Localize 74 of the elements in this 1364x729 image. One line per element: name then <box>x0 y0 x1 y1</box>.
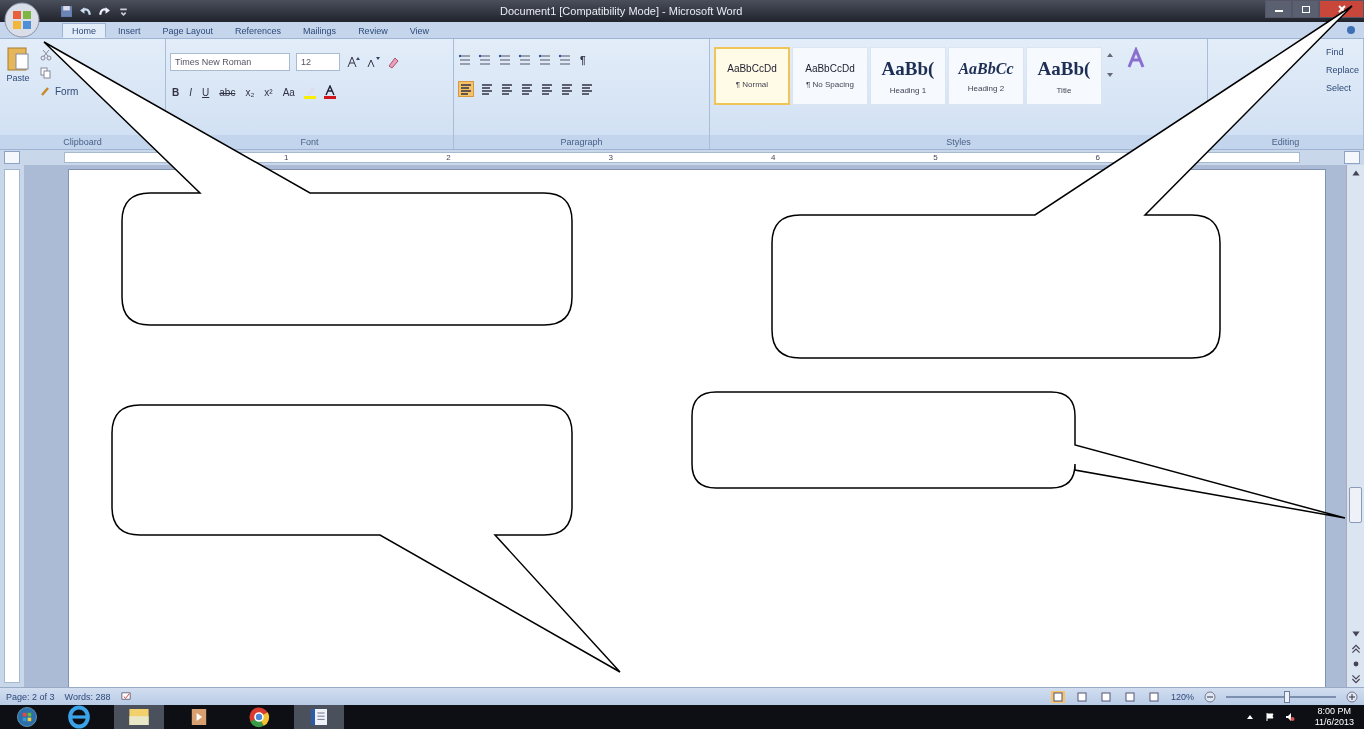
group-label: Paragraph <box>454 135 709 149</box>
style-tile[interactable]: AaBbCcDd ¶ No Spacing <box>791 47 868 105</box>
clock[interactable]: 8:00 PM 11/6/2013 <box>1304 706 1354 728</box>
clipboard-icon <box>6 45 30 73</box>
editing-button[interactable]: Select <box>1325 83 1351 93</box>
scrollbar[interactable] <box>1346 165 1364 687</box>
outline-icon[interactable] <box>1122 690 1137 703</box>
word-count[interactable]: Words: 288 <box>64 691 111 702</box>
align-left-icon[interactable] <box>458 81 475 97</box>
format-button[interactable]: I <box>187 86 195 98</box>
ruler-number: 3 <box>608 153 614 162</box>
previous-page-icon[interactable] <box>1349 643 1362 655</box>
page-count[interactable]: Page: 2 of 3 <box>6 691 55 702</box>
scroll-down-icon[interactable] <box>1105 71 1114 79</box>
clear-formatting-icon[interactable] <box>386 55 400 69</box>
save-icon[interactable] <box>60 4 73 18</box>
scroll-up-icon[interactable] <box>1105 51 1114 59</box>
ribbon-tab[interactable]: View <box>399 23 439 38</box>
flag-icon[interactable] <box>1264 712 1275 722</box>
format-painter-button[interactable]: Form <box>40 85 79 97</box>
maximize-button[interactable] <box>1292 0 1319 18</box>
editing-button[interactable]: Replace <box>1325 65 1359 75</box>
scroll-thumb[interactable] <box>1349 487 1362 523</box>
ribbon-tab[interactable]: Page Layout <box>152 23 224 38</box>
brush-icon <box>40 85 52 97</box>
ruler-number: 2 <box>446 153 451 162</box>
format-button[interactable]: x² <box>262 86 275 98</box>
web-layout-icon[interactable] <box>1098 690 1113 703</box>
show-marks-button[interactable]: ¶ <box>578 54 588 66</box>
proofing-icon[interactable] <box>120 690 134 703</box>
zoom-in-icon[interactable] <box>1346 690 1358 703</box>
speaker-icon[interactable] <box>1284 712 1295 722</box>
paste-button[interactable]: Paste <box>4 45 32 83</box>
print-layout-icon[interactable] <box>1050 690 1065 703</box>
ruler-number: 6 <box>1095 153 1101 162</box>
shrink-font-icon[interactable] <box>366 55 380 69</box>
format-button[interactable]: abc <box>217 86 238 98</box>
maximize-icon <box>1300 4 1311 14</box>
close-button[interactable] <box>1319 0 1364 18</box>
editing-button[interactable]: Find <box>1325 47 1344 57</box>
minimize-button[interactable] <box>1265 0 1292 18</box>
clock-date: 11/6/2013 <box>1314 717 1354 728</box>
font-size-field[interactable]: 12 <box>296 53 340 71</box>
ribbon-tab[interactable]: Mailings <box>293 23 347 38</box>
ruler-number: 4 <box>770 153 776 162</box>
grow-font-icon[interactable] <box>346 55 360 69</box>
format-button[interactable]: B <box>170 86 182 98</box>
style-tile[interactable]: AaBbCcDd ¶ Normal <box>713 47 790 105</box>
ribbon-tab[interactable]: Home <box>62 23 106 38</box>
next-page-icon[interactable] <box>1349 673 1362 685</box>
format-button[interactable]: x₂ <box>243 86 257 98</box>
ribbon-tab[interactable]: References <box>225 23 292 38</box>
clock-time: 8:00 PM <box>1317 706 1352 717</box>
draft-icon[interactable] <box>1146 690 1161 703</box>
style-tile[interactable]: AaBbCc Heading 2 <box>947 47 1024 105</box>
full-screen-icon[interactable] <box>1074 690 1089 703</box>
format-button[interactable]: Aa <box>280 86 297 98</box>
font-color-icon[interactable] <box>322 85 337 99</box>
ruler-number: 5 <box>933 153 938 162</box>
ribbon-tab[interactable]: Insert <box>108 23 151 38</box>
scissors-icon[interactable] <box>40 49 52 61</box>
folder-icon[interactable] <box>114 705 164 729</box>
zoom-level[interactable]: 120% <box>1170 691 1194 702</box>
window-title: Document1 [Compatibility Mode] - Microsoft Word <box>499 5 744 17</box>
format-button[interactable]: U <box>200 86 212 98</box>
style-tile[interactable]: AaBb( Heading 1 <box>869 47 946 105</box>
font-name-field[interactable]: Times New Roman <box>170 53 290 71</box>
help-icon[interactable] <box>1346 25 1356 35</box>
zoom-out-icon[interactable] <box>1204 690 1216 703</box>
word-icon[interactable] <box>294 705 344 729</box>
ruler-number: 1 <box>283 153 289 162</box>
zoom-slider-thumb[interactable] <box>1283 690 1290 703</box>
ribbon-tab[interactable]: Review <box>348 23 398 38</box>
style-tile[interactable]: AaBb( Title <box>1025 47 1102 105</box>
